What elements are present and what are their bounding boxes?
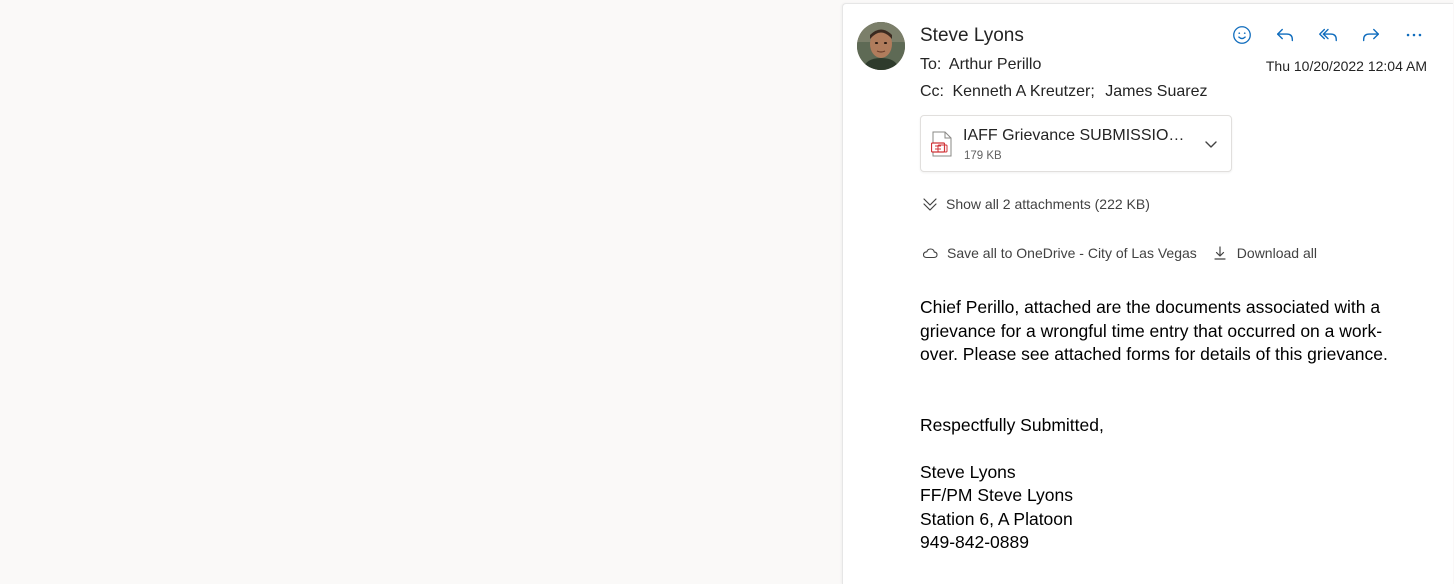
attachment-card[interactable]: IAFF Grievance SUBMISSION ... 179 KB [920, 115, 1232, 172]
sender-name[interactable]: Steve Lyons [920, 25, 1024, 47]
cloud-icon [922, 248, 938, 259]
double-chevron-down-icon [923, 198, 937, 211]
signature-line: 949-842-0889 [920, 532, 1029, 552]
sent-date: Thu 10/20/2022 12:04 AM [1265, 58, 1427, 74]
body-paragraph: Chief Perillo, attached are the document… [920, 297, 1388, 364]
avatar[interactable] [857, 22, 905, 70]
download-all-label: Download all [1236, 245, 1317, 261]
signature-line: Station 6, A Platoon [920, 508, 1073, 529]
reply-icon[interactable] [1270, 20, 1300, 50]
message-actions [1227, 20, 1429, 50]
download-all-button[interactable]: Download all [1212, 245, 1317, 261]
show-all-label: Show all 2 attachments (222 KB) [946, 196, 1150, 212]
message-body: Chief Perillo, attached are the document… [920, 296, 1410, 555]
pdf-file-icon [931, 131, 952, 157]
attachment-name: IAFF Grievance SUBMISSION ... [963, 127, 1195, 144]
attachment-actions: Save all to OneDrive - City of Las Vegas… [922, 245, 1317, 261]
smiley-icon[interactable] [1227, 20, 1257, 50]
save-to-onedrive-button[interactable]: Save all to OneDrive - City of Las Vegas [922, 245, 1197, 261]
attachment-size: 179 KB [964, 150, 1002, 162]
signature-line: FF/PM Steve Lyons [920, 485, 1074, 505]
forward-icon[interactable] [1356, 20, 1386, 50]
cc-recipient[interactable]: James Suarez [1105, 83, 1207, 100]
signature-line: Steve Lyons [920, 461, 1016, 482]
to-recipient[interactable]: Arthur Perillo [949, 56, 1041, 73]
message-list-pane [0, 0, 842, 562]
cc-line: Cc: Kenneth A Kreutzer; James Suarez [920, 83, 1208, 101]
save-to-onedrive-label: Save all to OneDrive - City of Las Vegas [947, 245, 1197, 261]
chevron-down-icon[interactable] [1203, 136, 1219, 152]
show-all-attachments-button[interactable]: Show all 2 attachments (222 KB) [922, 196, 1150, 212]
cc-label: Cc: [920, 83, 944, 100]
download-icon [1214, 246, 1226, 260]
reading-pane: Steve Lyons To: Arthur Perillo Cc: Kenne… [842, 3, 1453, 584]
more-icon[interactable] [1399, 20, 1429, 50]
reply-all-icon[interactable] [1313, 20, 1343, 50]
to-line: To: Arthur Perillo [920, 56, 1041, 74]
cc-recipient[interactable]: Kenneth A Kreutzer; [952, 83, 1094, 100]
to-label: To: [920, 56, 942, 73]
closing-line: Respectfully Submitted, [920, 414, 1104, 435]
